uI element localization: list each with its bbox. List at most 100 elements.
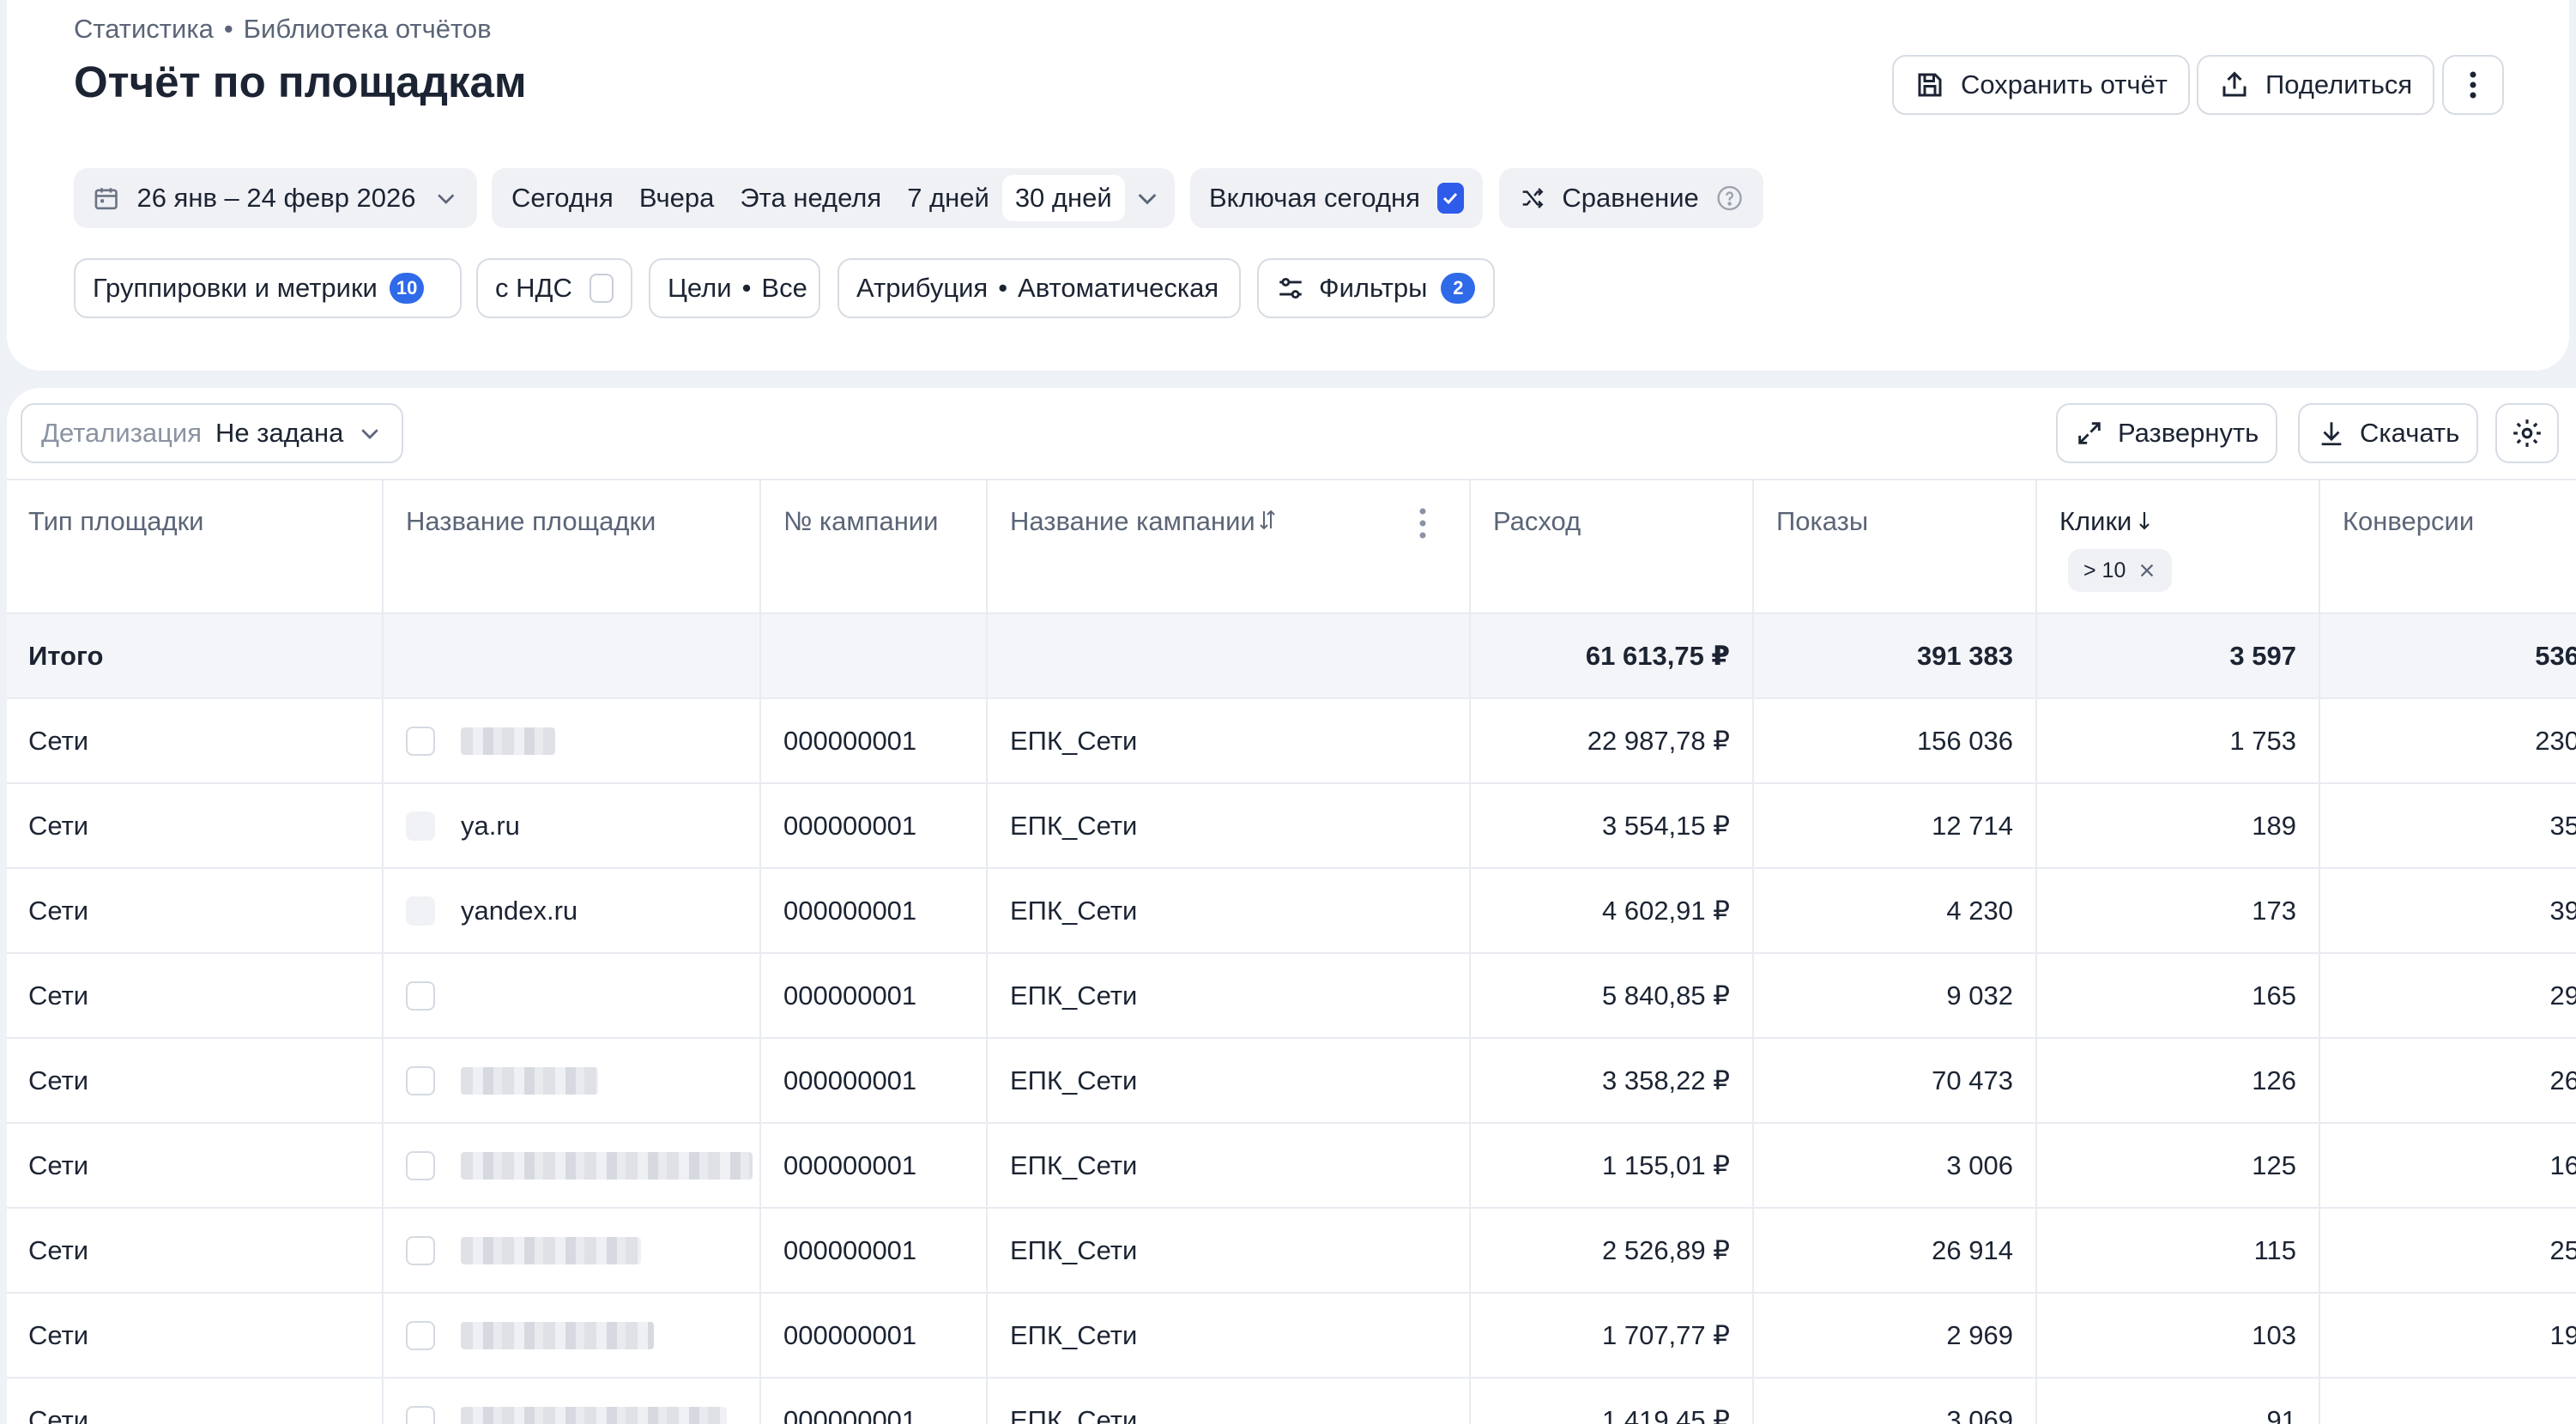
- totals-impressions: 391 383: [1916, 640, 2013, 671]
- detail-level-label: Детализация: [41, 418, 203, 448]
- breadcrumb-statistics[interactable]: Статистика: [74, 14, 214, 44]
- column-header-spend[interactable]: Расход: [1493, 480, 1751, 612]
- include-today-checkbox[interactable]: [1436, 183, 1464, 214]
- table-settings-button[interactable]: [2495, 403, 2559, 463]
- impressions-cell: 70 473: [1932, 1065, 2013, 1095]
- site-type-cell: Сети: [28, 1149, 89, 1180]
- table-row[interactable]: Сети 000000001 ЕПК_Сети 22 987,78 ₽ 156 …: [7, 699, 2576, 784]
- redacted-site-name: [461, 1151, 753, 1180]
- clicks-cell: 103: [2252, 1319, 2296, 1350]
- date-range-picker[interactable]: 26 янв – 24 февр 2026: [74, 168, 477, 228]
- row-checkbox[interactable]: [406, 1235, 435, 1265]
- close-icon[interactable]: [2138, 561, 2156, 580]
- table-row[interactable]: Сети 000000001 ЕПК_Сети 1 707,77 ₽ 2 969…: [7, 1294, 2576, 1379]
- row-checkbox[interactable]: [406, 1065, 435, 1095]
- help-circle-icon[interactable]: [1716, 184, 1743, 213]
- table-row[interactable]: Сети 000000001 ЕПК_Сети 2 526,89 ₽ 26 91…: [7, 1209, 2576, 1294]
- table-row[interactable]: Сети 000000001 ЕПК_Сети 1 155,01 ₽ 3 006…: [7, 1124, 2576, 1209]
- row-checkbox[interactable]: [406, 896, 435, 926]
- attribution-label: Атрибуция: [856, 273, 989, 303]
- site-name-container: yandex.ru: [406, 869, 758, 952]
- row-checkbox[interactable]: [406, 811, 435, 841]
- include-today-toggle[interactable]: Включая сегодня: [1190, 168, 1483, 228]
- column-menu-icon[interactable]: [1418, 506, 1427, 545]
- goals-separator: •: [741, 273, 752, 303]
- column-header-conversions[interactable]: Конверсии: [2343, 480, 2576, 612]
- spend-cell: 3 358,22 ₽: [1601, 1065, 1730, 1095]
- preset-30-days[interactable]: 30 дней: [1001, 175, 1125, 221]
- row-checkbox[interactable]: [406, 726, 435, 756]
- vat-toggle[interactable]: с НДС: [476, 258, 632, 318]
- row-checkbox[interactable]: [406, 1320, 435, 1350]
- chevron-down-icon: [361, 429, 379, 439]
- totals-row: Итого 61 613,75 ₽ 391 383 3 597 536: [7, 614, 2576, 699]
- spend-cell: 1 707,77 ₽: [1601, 1319, 1730, 1350]
- column-header-campaign-name[interactable]: Название кампании: [1010, 480, 1293, 612]
- checkmark-icon: [1443, 192, 1458, 205]
- table-row[interactable]: Сети yandex.ru 000000001 ЕПК_Сети 4 602,…: [7, 869, 2576, 954]
- campaign-name-header-label: Название кампании: [1010, 506, 1255, 536]
- page-title: Отчёт по площадкам: [74, 57, 527, 106]
- detail-level-select[interactable]: Детализация Не задана: [21, 403, 404, 463]
- compare-label: Сравнение: [1562, 183, 1699, 213]
- filters-button[interactable]: Фильтры 2: [1257, 258, 1495, 318]
- column-header-clicks[interactable]: Клики: [2059, 480, 2317, 612]
- site-name-cell[interactable]: yandex.ru: [461, 896, 577, 926]
- campaign-number-cell: 000000001: [783, 1065, 917, 1095]
- site-name-cell[interactable]: ya.ru: [461, 811, 520, 842]
- table-row[interactable]: Сети 000000001 ЕПК_Сети 3 358,22 ₽ 70 47…: [7, 1039, 2576, 1124]
- calendar-icon: [94, 188, 118, 210]
- campaign-number-cell: 000000001: [783, 1234, 917, 1265]
- preset-yesterday[interactable]: Вчера: [626, 175, 728, 221]
- chevron-down-icon[interactable]: [1134, 184, 1161, 212]
- sort-descending-icon: [2139, 512, 2150, 530]
- conversions-cell: 26: [2549, 1065, 2576, 1095]
- download-button[interactable]: Скачать: [2298, 403, 2479, 463]
- impressions-cell: 26 914: [1932, 1234, 2013, 1265]
- groupings-metrics-label: Группировки и метрики: [93, 273, 378, 303]
- sort-arrows-icon[interactable]: [1257, 508, 1278, 532]
- row-checkbox[interactable]: [406, 981, 435, 1011]
- breadcrumb-report-library[interactable]: Библиотека отчётов: [244, 14, 492, 44]
- impressions-cell: 9 032: [1946, 980, 2013, 1011]
- totals-label: Итого: [28, 640, 104, 671]
- conversions-cell: [2343, 1379, 2576, 1424]
- goals-label: Цели: [668, 273, 732, 303]
- goals-value: Все: [761, 273, 807, 303]
- redacted-site-name: [461, 1406, 727, 1424]
- save-report-button[interactable]: Сохранить отчёт: [1892, 55, 2191, 115]
- goals-selector[interactable]: Цели • Все: [649, 258, 820, 318]
- groupings-metrics-button[interactable]: Группировки и метрики 10: [74, 258, 462, 318]
- impressions-cell: 3 006: [1946, 1149, 2013, 1180]
- filters-label: Фильтры: [1319, 273, 1428, 303]
- conversions-cell: 35: [2549, 810, 2576, 841]
- compare-toggle[interactable]: Сравнение: [1499, 168, 1763, 228]
- site-name-container: [406, 1039, 758, 1122]
- preset-today[interactable]: Сегодня: [499, 175, 626, 221]
- column-header-campaign-number[interactable]: № кампании: [783, 480, 998, 612]
- vat-checkbox[interactable]: [589, 274, 614, 303]
- table-row[interactable]: Сети 000000001 ЕПК_Сети 1 419,45 ₽ 3 069…: [7, 1379, 2576, 1424]
- preset-7-days[interactable]: 7 дней: [894, 175, 1002, 221]
- clicks-cell: 125: [2252, 1149, 2296, 1180]
- clicks-cell: 115: [2253, 1234, 2296, 1265]
- row-checkbox[interactable]: [406, 1405, 435, 1424]
- campaign-name-cell: ЕПК_Сети: [1010, 980, 1138, 1011]
- table-row[interactable]: Сети ya.ru 000000001 ЕПК_Сети 3 554,15 ₽…: [7, 784, 2576, 869]
- chevron-down-icon: [437, 194, 454, 204]
- column-header-site-type[interactable]: Тип площадки: [28, 480, 372, 612]
- clicks-filter-chip[interactable]: > 10: [2068, 549, 2173, 592]
- conversions-cell: 29: [2549, 980, 2576, 1011]
- clicks-cell: 189: [2252, 810, 2296, 841]
- column-header-site-name[interactable]: Название площадки: [406, 480, 758, 612]
- table-row[interactable]: Сети 000000001 ЕПК_Сети 5 840,85 ₽ 9 032…: [7, 954, 2576, 1039]
- row-checkbox[interactable]: [406, 1150, 435, 1180]
- attribution-selector[interactable]: Атрибуция • Автоматическая: [838, 258, 1241, 318]
- preset-this-week[interactable]: Эта неделя: [727, 175, 894, 221]
- share-button[interactable]: Поделиться: [2197, 55, 2435, 115]
- gear-icon: [2513, 419, 2541, 447]
- column-header-impressions[interactable]: Показы: [1776, 480, 2034, 612]
- more-options-button[interactable]: [2442, 55, 2504, 115]
- site-type-cell: Сети: [28, 1404, 89, 1424]
- expand-button[interactable]: Развернуть: [2056, 403, 2278, 463]
